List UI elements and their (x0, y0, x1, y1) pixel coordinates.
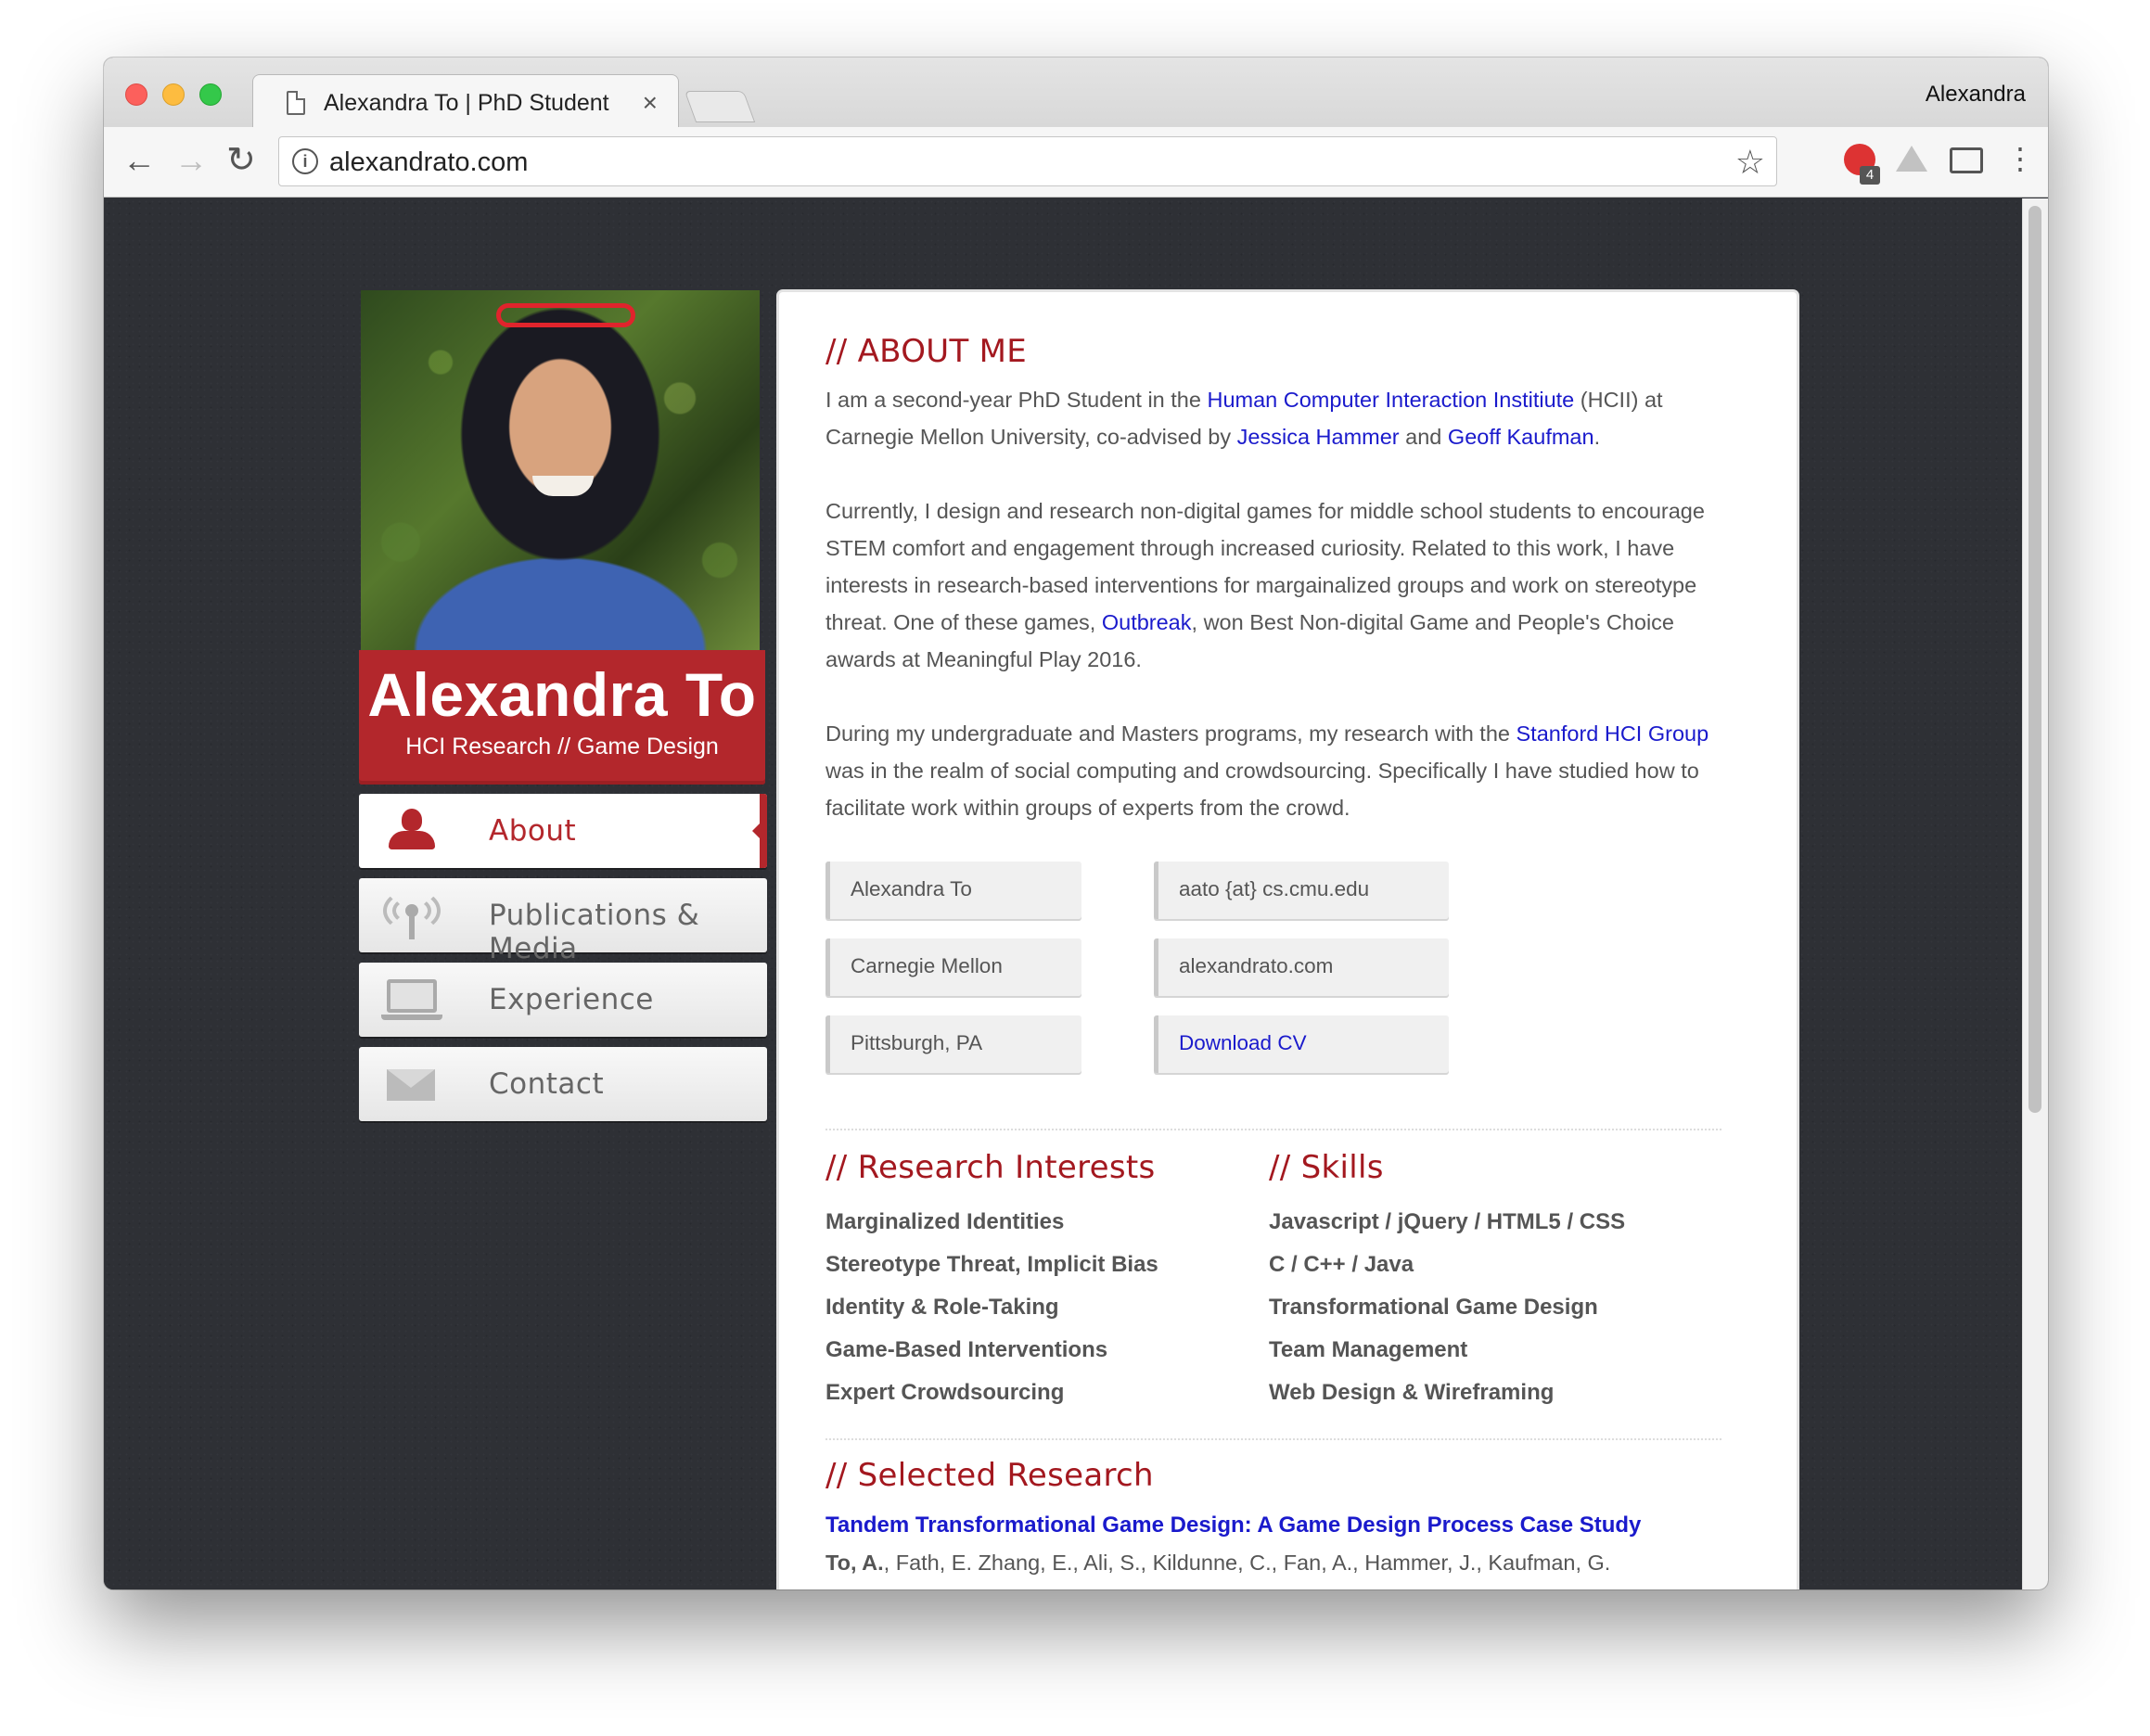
drive-icon[interactable] (1896, 146, 1927, 172)
maximize-window-button[interactable] (199, 83, 222, 106)
profile-name[interactable]: Alexandra (1926, 82, 2026, 108)
nav-label: Publications & Media (489, 899, 700, 965)
title-bar: Alexandra To | PhD Student × Alexandra (104, 57, 2048, 128)
skills: // Skills Javascript / jQuery / HTML5 / … (1269, 1149, 1625, 1414)
address-bar[interactable]: i alexandrato.com ☆ (278, 136, 1777, 186)
document-icon (287, 91, 305, 115)
publication-title-link[interactable]: Tandem Transformational Game Design: A G… (825, 1507, 1753, 1544)
info-location: Pittsburgh, PA (825, 1015, 1081, 1073)
info-email: aato {at} cs.cmu.edu (1154, 862, 1449, 919)
nav-item-publications[interactable]: Publications & Media (359, 878, 767, 965)
nav-label: Experience (489, 983, 654, 1016)
nav-item-contact[interactable]: Contact (359, 1047, 767, 1121)
download-cv-box[interactable]: Download CV (1154, 1015, 1449, 1073)
envelope-icon (383, 1062, 439, 1106)
extension-badge: 4 (1860, 166, 1880, 185)
interest-item: Marginalized Identities (825, 1209, 1065, 1234)
publication-authors: To, A., Fath, E. Zhang, E., Ali, S., Kil… (825, 1551, 1611, 1575)
tab-close-icon[interactable]: × (643, 88, 658, 118)
antenna-icon (383, 889, 441, 939)
laptop-icon (381, 977, 442, 1022)
info-icon[interactable]: i (292, 148, 318, 174)
browser-tab[interactable]: Alexandra To | PhD Student × (252, 74, 679, 128)
outbreak-link[interactable]: Outbreak (1102, 610, 1192, 634)
skill-item: Web Design & Wireframing (1269, 1380, 1555, 1405)
info-school: Carnegie Mellon (825, 938, 1081, 996)
sidebar-nav: About Publications & Media Experience Co… (359, 794, 776, 1121)
about-paragraph-3: During my undergraduate and Masters prog… (825, 721, 1709, 820)
selected-research-heading: // Selected Research (825, 1457, 1154, 1494)
info-website: alexandrato.com (1154, 938, 1449, 996)
star-icon[interactable]: ☆ (1735, 143, 1765, 182)
tagline: HCI Research // Game Design (405, 734, 719, 760)
tab-title: Alexandra To | PhD Student (324, 90, 609, 116)
nav-item-about[interactable]: About (359, 794, 767, 868)
menu-icon[interactable]: ⋮ (2005, 140, 2035, 177)
forward-arrow-icon[interactable]: → (174, 142, 208, 179)
interest-item: Expert Crowdsourcing (825, 1380, 1065, 1405)
download-cv-link[interactable]: Download CV (1179, 1031, 1307, 1054)
divider (825, 1129, 1721, 1130)
skill-item: Team Management (1269, 1337, 1468, 1362)
cast-icon[interactable] (1950, 147, 1983, 173)
page-viewport: Alexandra To HCI Research // Game Design… (104, 198, 2048, 1589)
close-window-button[interactable] (125, 83, 147, 106)
research-interests: // Research Interests Marginalized Ident… (825, 1149, 1158, 1414)
profile-photo (361, 290, 760, 650)
about-paragraph-2: Currently, I design and research non-dig… (825, 499, 1705, 671)
reload-icon[interactable]: ↻ (226, 142, 256, 179)
scrollbar-thumb[interactable] (2028, 206, 2041, 1113)
sidebar: Alexandra To HCI Research // Game Design… (359, 290, 776, 1131)
nav-label: About (489, 814, 577, 848)
name-card: Alexandra To HCI Research // Game Design (359, 650, 765, 785)
minimize-window-button[interactable] (162, 83, 185, 106)
skill-item: Javascript / jQuery / HTML5 / CSS (1269, 1209, 1626, 1234)
back-arrow-icon[interactable]: ← (122, 142, 156, 179)
geoff-kaufman-link[interactable]: Geoff Kaufman (1448, 425, 1594, 449)
skill-item: C / C++ / Java (1269, 1252, 1414, 1277)
nav-item-experience[interactable]: Experience (359, 963, 767, 1037)
about-paragraph-1: I am a second-year PhD Student in the Hu… (825, 388, 1663, 449)
research-interests-heading: // Research Interests (825, 1149, 1156, 1186)
skills-heading: // Skills (1269, 1149, 1384, 1186)
skill-item: Transformational Game Design (1269, 1295, 1598, 1320)
stanford-hci-link[interactable]: Stanford HCI Group (1517, 721, 1709, 746)
nav-label: Contact (489, 1067, 605, 1101)
interest-item: Game-Based Interventions (825, 1337, 1108, 1362)
person-icon (383, 809, 439, 853)
browser-window: Alexandra To | PhD Student × Alexandra ←… (104, 57, 2048, 1589)
content-card: // ABOUT ME I am a second-year PhD Stude… (779, 292, 1797, 1589)
publication-venue: (Meaningful Play 2016) (825, 1581, 1753, 1589)
about-heading: // ABOUT ME (825, 333, 1028, 370)
scrollbar[interactable] (2022, 198, 2048, 1589)
selected-research: // Selected Research Tandem Transformati… (825, 1457, 1753, 1589)
info-grid: Alexandra To aato {at} cs.cmu.edu Carneg… (825, 862, 1449, 1073)
hcii-link[interactable]: Human Computer Interaction Institiute (1207, 388, 1574, 412)
new-tab-button[interactable] (684, 91, 756, 122)
browser-toolbar: ← → ↻ i alexandrato.com ☆ 4 ⋮ (104, 127, 2048, 198)
jessica-hammer-link[interactable]: Jessica Hammer (1237, 425, 1400, 449)
url-text[interactable]: alexandrato.com (329, 147, 528, 178)
divider (825, 1438, 1721, 1440)
interest-item: Identity & Role-Taking (825, 1295, 1059, 1320)
info-name: Alexandra To (825, 862, 1081, 919)
site-owner-name: Alexandra To (367, 660, 757, 729)
interest-item: Stereotype Threat, Implicit Bias (825, 1252, 1158, 1277)
